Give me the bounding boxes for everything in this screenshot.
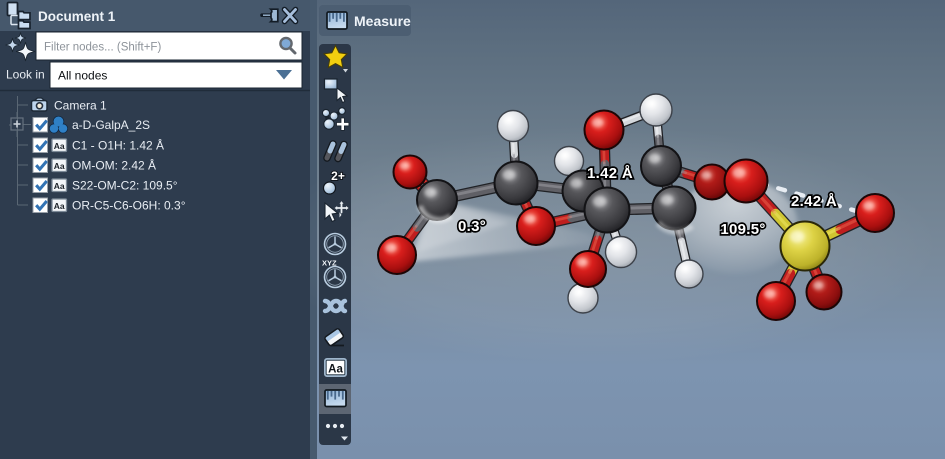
svg-text:Measure: Measure [354,13,411,29]
svg-text:Aa: Aa [54,141,65,151]
svg-text:Aa: Aa [54,161,65,171]
svg-text:a-D-GalpA_2S: a-D-GalpA_2S [72,118,150,132]
svg-text:OM-OM: 2.42 Å: OM-OM: 2.42 Å [72,158,156,173]
svg-text:Look in: Look in [6,68,45,82]
svg-text:Filter nodes... (Shift+F): Filter nodes... (Shift+F) [44,42,161,54]
svg-text:Aa: Aa [54,181,65,191]
svg-text:2+: 2+ [331,169,345,183]
svg-text:1.42 Å: 1.42 Å [587,165,633,182]
svg-text:109.5°: 109.5° [720,221,765,238]
svg-text:All nodes: All nodes [58,69,107,83]
svg-text:0.3°: 0.3° [458,218,486,235]
svg-text:Camera 1: Camera 1 [54,99,107,113]
svg-text:OR-C5-C6-O6H: 0.3°: OR-C5-C6-O6H: 0.3° [72,199,186,213]
svg-text:Aa: Aa [328,364,343,376]
svg-text:S22-OM-C2: 109.5°: S22-OM-C2: 109.5° [72,179,178,193]
svg-text:C1 - O1H: 1.42 Å: C1 - O1H: 1.42 Å [72,138,164,153]
svg-text:Aa: Aa [54,201,65,211]
svg-text:Document 1: Document 1 [38,9,116,24]
svg-text:2.42 Å: 2.42 Å [791,193,837,210]
